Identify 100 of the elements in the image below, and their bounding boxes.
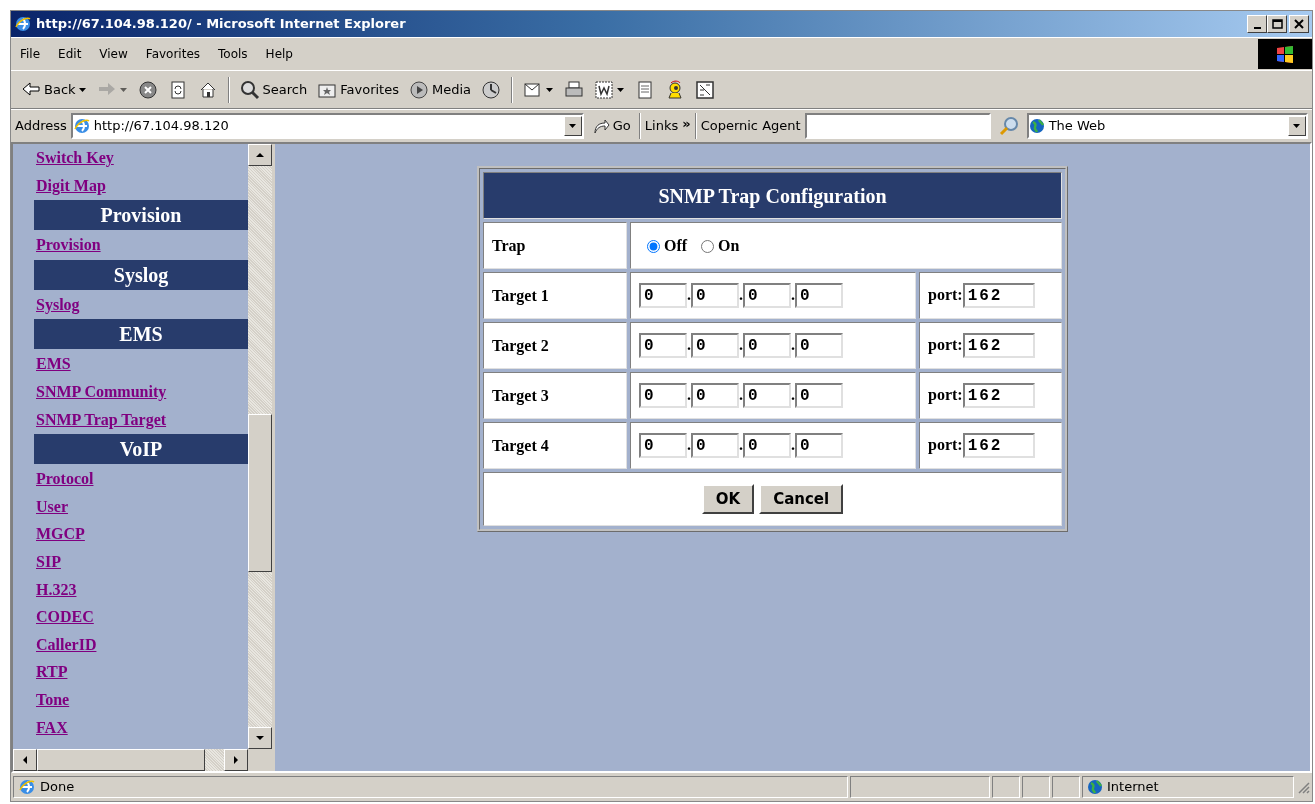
close-icon	[1293, 18, 1305, 30]
radio-label: Off	[664, 236, 688, 254]
dot-separator: .	[791, 335, 795, 353]
chevron[interactable]: »	[682, 114, 691, 134]
toolbar-button[interactable]: Search	[235, 77, 312, 102]
menu-item[interactable]: Favorites	[136, 45, 210, 63]
page-icon	[72, 117, 91, 135]
maximize-button[interactable]	[1267, 15, 1287, 33]
media-icon	[408, 79, 429, 100]
port-field[interactable]: 162	[962, 433, 1035, 459]
port-field[interactable]: 162	[962, 383, 1035, 409]
address-label: Address	[15, 117, 67, 136]
ip-octet-field[interactable]: 0	[691, 333, 739, 359]
ip-octet-field[interactable]: 0	[795, 283, 843, 309]
address-field[interactable]: http://67.104.98.120	[90, 116, 564, 136]
history-icon	[481, 79, 501, 100]
form-button[interactable]: OK	[701, 483, 755, 515]
port-label: port:	[928, 385, 963, 403]
ip-octet-field[interactable]: 0	[639, 283, 687, 309]
go-arrow-icon	[591, 117, 610, 135]
menu-item[interactable]: Tools	[209, 45, 257, 63]
menu-item[interactable]: File	[11, 45, 50, 63]
links-label[interactable]: Links	[644, 116, 679, 136]
nav-link[interactable]: User	[34, 492, 68, 521]
nav-link[interactable]: Switch Key	[34, 144, 114, 172]
port-label: port:	[928, 285, 963, 303]
go-button[interactable]: Go	[587, 114, 635, 138]
dot-separator: .	[791, 385, 795, 403]
menu-item[interactable]: Edit	[49, 45, 91, 63]
status-pane	[1022, 776, 1050, 798]
radio-button[interactable]	[701, 240, 715, 254]
toolbar-button[interactable]: Favorites	[313, 77, 403, 102]
nav-link[interactable]: Tone	[34, 685, 70, 714]
grid-document-icon	[695, 79, 715, 100]
ip-octet-field[interactable]: 0	[795, 433, 843, 459]
nav-link[interactable]: SNMP Community	[34, 377, 167, 406]
form-button[interactable]: Cancel	[759, 483, 844, 515]
address-bar[interactable]: http://67.104.98.120	[70, 113, 584, 139]
search-scope-dropdown[interactable]: The Web	[1026, 113, 1308, 139]
ip-octet-field[interactable]: 0	[691, 383, 739, 409]
toolbar-button[interactable]: Back	[17, 77, 91, 102]
scroll-left-button[interactable]	[13, 749, 37, 771]
status-pane	[1052, 776, 1080, 798]
dot-separator: .	[739, 385, 743, 403]
ip-octet-field[interactable]: 0	[743, 383, 791, 409]
dropdown-button[interactable]	[563, 116, 582, 136]
search-field[interactable]	[804, 113, 991, 139]
windows-logo-icon	[1258, 39, 1312, 69]
port-field[interactable]: 162	[962, 283, 1035, 309]
nav-link[interactable]: Syslog	[34, 290, 80, 319]
caret-icon	[617, 86, 625, 93]
vertical-scrollbar[interactable]	[248, 144, 272, 749]
ip-octet-field[interactable]: 0	[743, 333, 791, 359]
scroll-thumb[interactable]	[248, 414, 272, 572]
port-label: port:	[928, 435, 963, 453]
window-title: http://67.104.98.120/ - Microsoft Internet Explorer	[36, 15, 406, 34]
scroll-up-button[interactable]	[248, 144, 272, 166]
scroll-right-button[interactable]	[224, 749, 248, 771]
nav-link[interactable]: Provision	[34, 231, 101, 259]
nav-link[interactable]: MGCP	[34, 520, 85, 548]
scroll-thumb[interactable]	[37, 749, 205, 771]
ip-octet-field[interactable]: 0	[691, 283, 739, 309]
nav-link[interactable]: SIP	[34, 547, 61, 576]
ip-octet-field[interactable]: 0	[743, 433, 791, 459]
nav-link[interactable]: Digit Map	[34, 171, 106, 200]
radio-button[interactable]	[647, 240, 660, 254]
port-field[interactable]: 162	[962, 333, 1035, 359]
ip-octet-field[interactable]: 0	[639, 433, 687, 459]
nav-link[interactable]: SNMP Trap Target	[34, 405, 167, 434]
horizontal-scrollbar[interactable]	[13, 749, 272, 771]
dot-separator: .	[687, 435, 691, 453]
close-button[interactable]	[1289, 15, 1309, 33]
nav-link[interactable]: RTP	[34, 658, 68, 686]
ip-octet-field[interactable]: 0	[743, 283, 791, 309]
page-icon	[14, 15, 32, 33]
maximize-icon	[1271, 18, 1283, 30]
nav-link[interactable]: EMS	[34, 350, 71, 378]
ip-octet-field[interactable]: 0	[795, 333, 843, 359]
ip-octet-field[interactable]: 0	[691, 433, 739, 459]
nav-link[interactable]: FAX	[34, 713, 68, 742]
menu-item[interactable]: Help	[256, 45, 302, 63]
nav-link[interactable]: CallerID	[34, 630, 97, 659]
scroll-down-button[interactable]	[248, 727, 272, 749]
minimize-button[interactable]	[1247, 15, 1267, 33]
nav-link[interactable]: H.323	[34, 575, 77, 604]
ip-octet-field[interactable]: 0	[639, 383, 687, 409]
page-icon	[18, 778, 36, 796]
ip-octet-field[interactable]: 0	[639, 333, 687, 359]
ip-octet-field[interactable]: 0	[795, 383, 843, 409]
toolbar-button[interactable]: Media	[404, 77, 475, 102]
document-icon	[635, 79, 655, 100]
nav-link[interactable]: CODEC	[34, 603, 94, 631]
nav-link[interactable]: Protocol	[34, 465, 94, 493]
dot-separator: .	[687, 285, 691, 303]
field-label: Target 4	[483, 422, 627, 469]
dot-separator: .	[739, 335, 743, 353]
search-icon	[239, 79, 260, 100]
dot-separator: .	[687, 385, 691, 403]
messenger-icon	[665, 79, 685, 100]
menu-item[interactable]: View	[90, 45, 137, 63]
